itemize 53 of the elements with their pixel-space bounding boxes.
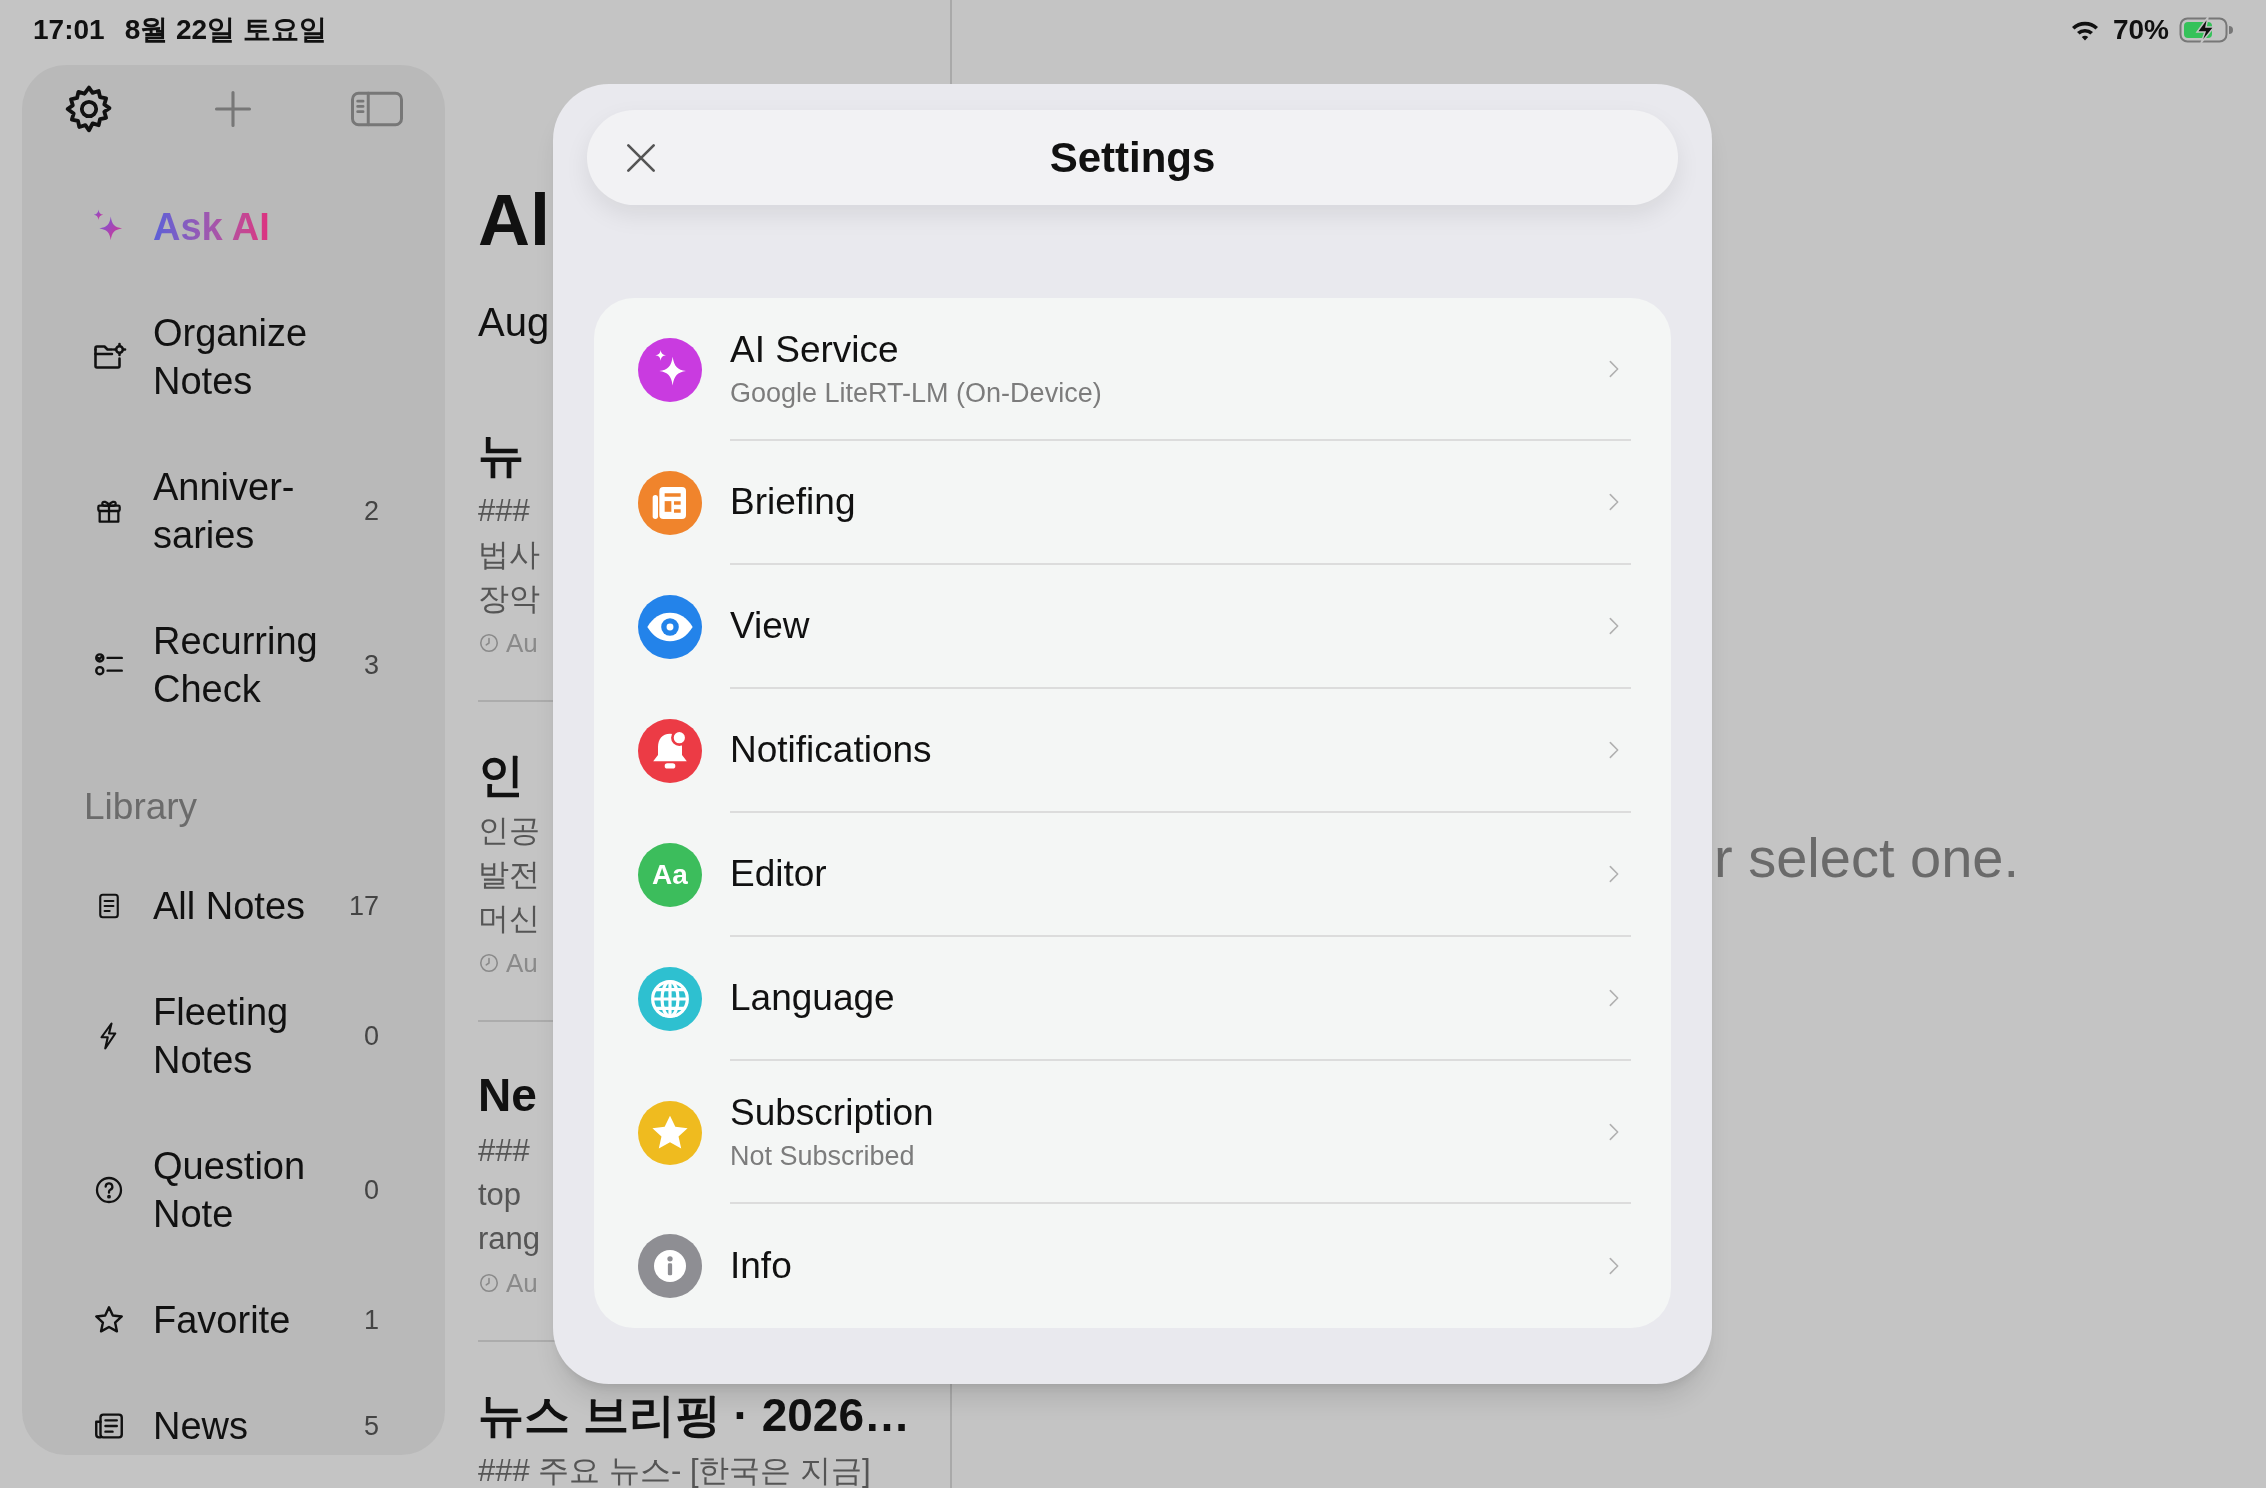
clock-icon bbox=[478, 952, 500, 974]
settings-row[interactable]: View bbox=[594, 565, 1671, 689]
list-title: Al bbox=[478, 180, 551, 260]
note-preview-line: ### bbox=[478, 492, 530, 530]
row-subtitle: Not Subscribed bbox=[730, 1139, 916, 1173]
clock-icon bbox=[478, 632, 500, 654]
settings-row[interactable]: Aa Editor bbox=[594, 813, 1671, 937]
item-count: 0 bbox=[363, 1174, 379, 1207]
battery-percent: 70% bbox=[2112, 13, 2169, 47]
item-count: 0 bbox=[363, 1020, 379, 1053]
note-title[interactable]: 뉴스 브리핑 · 2026… bbox=[478, 1387, 950, 1443]
settings-row[interactable]: AI Service Google LiteRT-LM (On-Device) bbox=[594, 298, 1671, 441]
note-date: Au bbox=[506, 1266, 538, 1300]
item-count: 5 bbox=[363, 1410, 379, 1443]
note-preview-line: top bbox=[478, 1176, 522, 1214]
battery-charging-icon bbox=[2179, 16, 2233, 44]
settings-row[interactable]: Info bbox=[594, 1204, 1671, 1328]
note-preview-line: ### 주요 뉴스- [한국은 지금] bbox=[478, 1452, 871, 1488]
item-count: 1 bbox=[363, 1304, 379, 1337]
editor-icon: Aa bbox=[638, 843, 702, 907]
sidebar-item[interactable]: All Notes 17 bbox=[22, 882, 445, 930]
note-preview-line: 인공 bbox=[478, 812, 540, 850]
question-icon bbox=[93, 1174, 125, 1206]
sidebar-item[interactable]: News 5 bbox=[22, 1402, 445, 1450]
settings-row[interactable]: Briefing bbox=[594, 441, 1671, 565]
note-date: Au bbox=[506, 946, 538, 980]
sidebar-item[interactable]: Favorite 1 bbox=[22, 1296, 445, 1344]
note-preview-line: rang bbox=[478, 1220, 541, 1258]
settings-row[interactable]: Notifications bbox=[594, 689, 1671, 813]
row-subtitle: Google LiteRT-LM (On-Device) bbox=[730, 376, 1102, 410]
sidebar-item[interactable]: Recurring Check 3 bbox=[22, 617, 445, 713]
date-header: Aug bbox=[478, 299, 551, 346]
note-preview-line: 머신 bbox=[478, 900, 540, 938]
empty-hint: r select one. bbox=[1714, 826, 2020, 889]
note-preview-line: 발전 bbox=[478, 856, 540, 894]
item-count: 17 bbox=[348, 890, 379, 923]
note-preview-line: 장악 bbox=[478, 580, 540, 618]
settings-row[interactable]: Language bbox=[594, 937, 1671, 1061]
clock-icon bbox=[478, 1272, 500, 1294]
sidebar-item[interactable]: Question Note 0 bbox=[22, 1142, 445, 1238]
status-time: 17:01 bbox=[33, 13, 105, 47]
item-count: 2 bbox=[363, 495, 379, 528]
status-date: 8월 22일 토요일 bbox=[124, 13, 327, 47]
sidebar-item[interactable]: Fleeting Notes 0 bbox=[22, 988, 445, 1084]
note-preview-line: 법사 bbox=[478, 536, 540, 574]
settings-row[interactable]: Subscription Not Subscribed bbox=[594, 1061, 1671, 1204]
sheet-title: Settings bbox=[1049, 133, 1216, 183]
sidebar-item[interactable]: Organize Notes bbox=[22, 309, 445, 405]
section-header: Library bbox=[84, 785, 199, 829]
item-count: 3 bbox=[363, 649, 379, 682]
sidebar-item[interactable]: Anniver- saries 2 bbox=[22, 463, 445, 559]
note-date: Au bbox=[506, 626, 538, 660]
note-preview-line: ### bbox=[478, 1132, 530, 1170]
